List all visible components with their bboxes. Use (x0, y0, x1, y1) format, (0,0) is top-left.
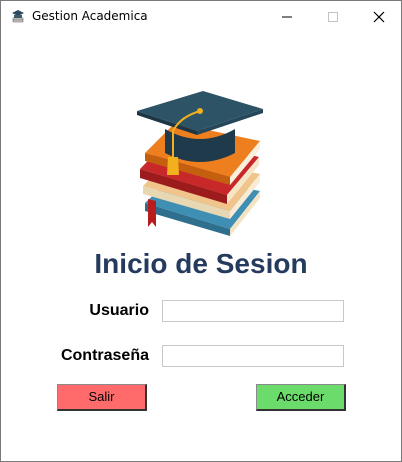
close-icon (373, 11, 385, 23)
window-title: Gestion Academica (32, 9, 148, 23)
password-label: Contraseña (60, 347, 149, 364)
password-input[interactable] (162, 345, 344, 367)
title-bar[interactable]: Gestion Academica (1, 1, 401, 32)
books-graduation-cap-logo (137, 91, 263, 236)
page-title: Inicio de Sesion (94, 248, 308, 279)
minimize-button[interactable] (264, 1, 310, 32)
login-button[interactable]: Acceder (256, 384, 346, 411)
exit-button[interactable]: Salir (57, 384, 147, 411)
username-input[interactable] (162, 300, 344, 322)
graduation-cap-icon (12, 10, 24, 23)
username-label: Usuario (89, 302, 149, 319)
maximize-button[interactable] (310, 1, 356, 32)
maximize-icon (328, 12, 338, 22)
close-button[interactable] (356, 1, 402, 32)
login-window: Gestion Academica Inicio de Sesion Usuar… (0, 0, 402, 462)
minimize-icon (282, 16, 292, 18)
